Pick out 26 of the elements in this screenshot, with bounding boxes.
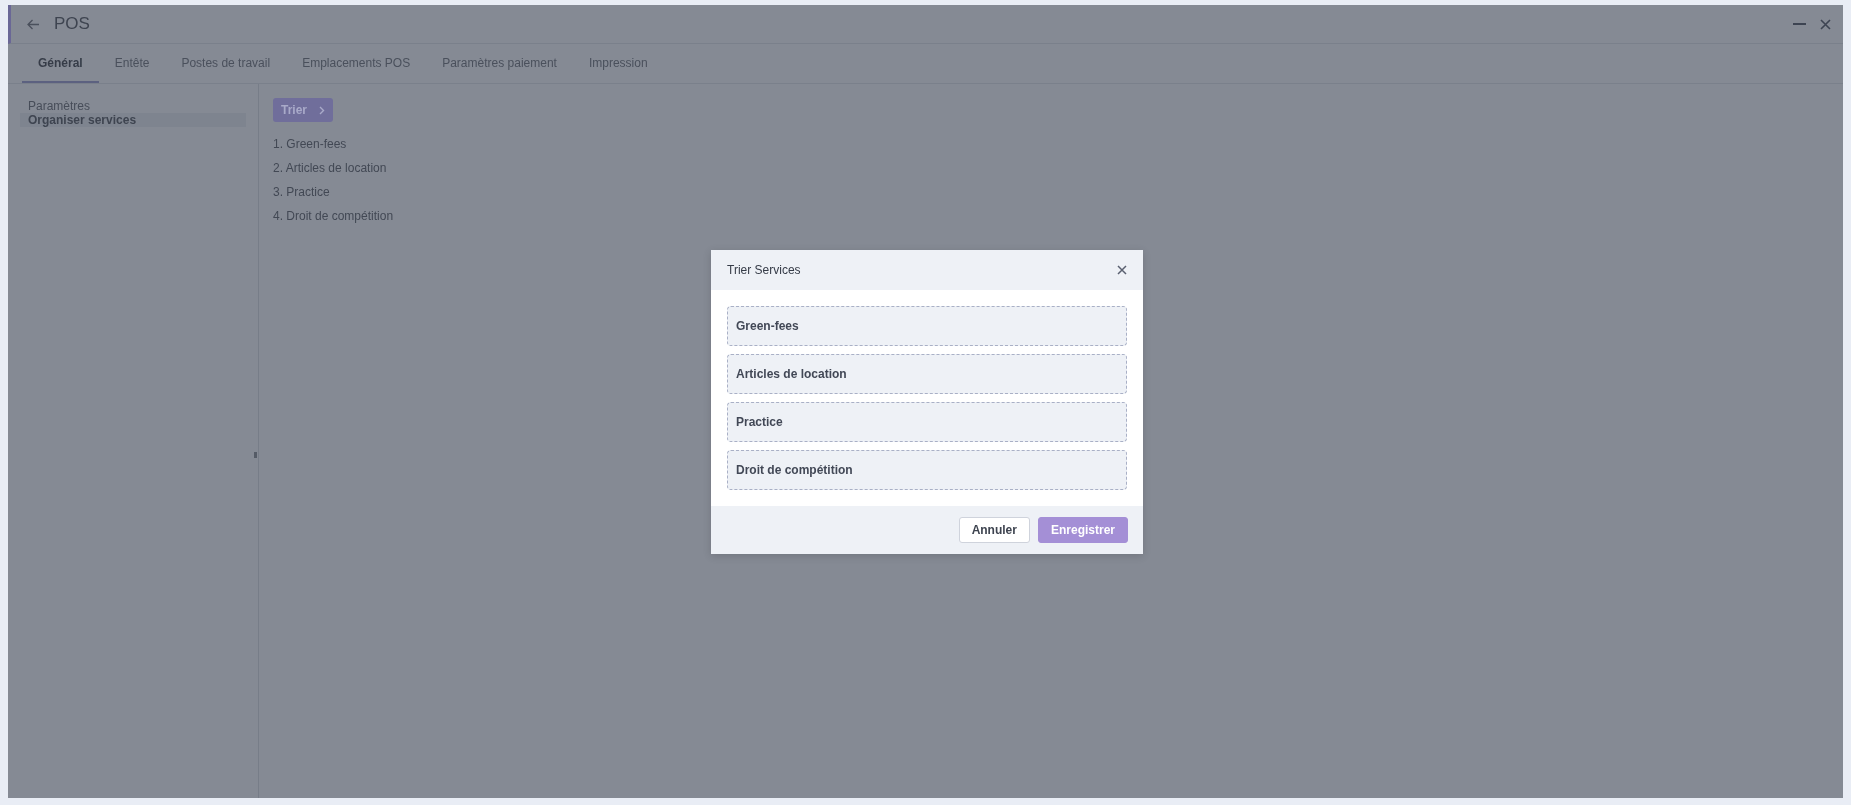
service-list-item: 3. Practice — [273, 184, 331, 201]
draggable-service-item[interactable]: Droit de compétition — [727, 450, 1127, 490]
draggable-service-item[interactable]: Green-fees — [727, 306, 1127, 346]
tab[interactable]: Général — [22, 44, 99, 83]
sort-button[interactable]: Trier — [273, 98, 333, 122]
back-arrow-icon[interactable] — [27, 18, 40, 30]
collapse-handle-icon[interactable] — [254, 452, 257, 458]
save-button[interactable]: Enregistrer — [1037, 517, 1128, 543]
sidebar-item[interactable]: Organiser services — [20, 113, 246, 127]
cancel-button[interactable]: Annuler — [958, 517, 1030, 543]
tab[interactable]: Postes de travail — [165, 44, 287, 83]
tab[interactable]: Entête — [98, 44, 166, 83]
close-icon[interactable] — [1820, 18, 1831, 30]
tab[interactable]: Emplacements POS — [286, 44, 427, 83]
service-list-item: 4. Droit de compétition — [273, 208, 394, 225]
draggable-service-item[interactable]: Articles de location — [727, 354, 1127, 394]
service-list-item: 2. Articles de location — [273, 160, 388, 177]
draggable-service-item[interactable]: Practice — [727, 402, 1127, 442]
window-title: POS — [54, 14, 91, 34]
tab[interactable]: Impression — [572, 44, 664, 83]
tab[interactable]: Paramètres paiement — [426, 44, 573, 83]
sidebar-item[interactable]: Paramètres — [20, 99, 246, 113]
chevron-icon — [319, 105, 325, 115]
service-list-item: 1. Green-fees — [273, 136, 348, 153]
dialog-title: Trier Services — [727, 263, 801, 277]
close-icon[interactable] — [1117, 265, 1127, 275]
